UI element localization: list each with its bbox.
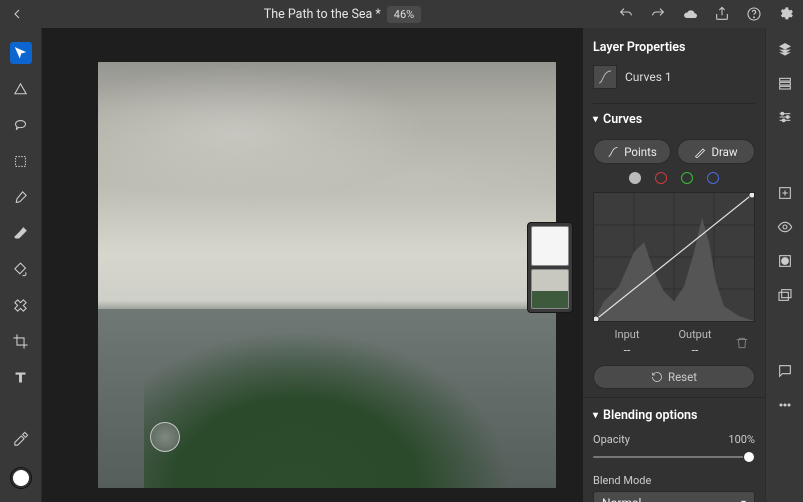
blend-mode-select[interactable]: Normal ▾ [593,491,755,502]
chevron-down-icon: ▾ [593,410,598,421]
curves-points-button[interactable]: Points [593,139,671,164]
right-rail [765,28,803,502]
channel-red[interactable] [655,172,667,184]
output-label: Output [661,328,729,341]
properties-panel: Layer Properties Curves 1 ▾ Curves Point… [583,28,765,502]
properties-panel-icon[interactable] [776,108,794,126]
blending-section-title: Blending options [603,408,697,423]
curves-icon [593,65,617,89]
lasso-tool[interactable] [10,114,32,136]
panel-title: Layer Properties [593,36,755,63]
help-button[interactable] [745,5,763,23]
opacity-value: 100% [728,433,755,446]
back-button[interactable] [8,5,26,23]
cloud-icon[interactable] [681,5,699,23]
brush-preview-circle [150,422,180,452]
layers-panel-icon[interactable] [776,40,794,58]
mask-icon[interactable] [776,252,794,270]
eyedropper-tool[interactable] [10,428,32,450]
healing-tool[interactable] [10,294,32,316]
curves-section-header[interactable]: ▾ Curves [593,103,755,131]
blend-mode-value: Normal [602,496,641,502]
transform-tool[interactable] [10,78,32,100]
type-tool[interactable] [10,366,32,388]
chevron-down-icon: ▾ [741,498,746,502]
channel-rgb[interactable] [629,172,641,184]
mask-thumbnail[interactable] [531,226,569,266]
curves-section-title: Curves [603,112,642,127]
fill-tool[interactable] [10,258,32,280]
document-title: The Path to the Sea * [264,7,381,22]
channel-blue[interactable] [707,172,719,184]
input-output-row: Input -- Output -- [593,328,755,357]
adjustments-panel-icon[interactable] [776,74,794,92]
input-label: Input [593,328,661,341]
brush-tool[interactable] [10,186,32,208]
layer-thumbnail[interactable] [531,269,569,309]
curves-graph[interactable] [593,192,755,322]
more-icon[interactable] [776,396,794,414]
input-value: -- [593,343,661,357]
crop-tool[interactable] [10,330,32,352]
opacity-slider[interactable] [593,450,755,464]
share-button[interactable] [713,5,731,23]
foreground-color[interactable] [11,468,31,488]
opacity-label: Opacity [593,433,630,446]
layer-thumbnails-popup[interactable] [527,222,573,313]
layer-name-label: Curves 1 [625,70,672,84]
move-tool[interactable] [10,42,32,64]
blend-mode-label: Blend Mode [593,474,755,487]
output-value: -- [661,343,729,357]
settings-button[interactable] [777,5,795,23]
undo-button[interactable] [617,5,635,23]
delete-point-button[interactable] [729,328,755,357]
curves-draw-button[interactable]: Draw [677,139,755,164]
channel-selector [593,172,755,184]
active-layer-row[interactable]: Curves 1 [593,63,755,99]
reset-button[interactable]: Reset [593,365,755,389]
points-label: Points [624,145,657,159]
eraser-tool[interactable] [10,222,32,244]
selection-tool[interactable] [10,150,32,172]
add-layer-button[interactable] [776,184,794,202]
chevron-down-icon: ▾ [593,114,598,125]
clip-icon[interactable] [776,286,794,304]
zoom-level[interactable]: 46% [387,6,421,23]
left-toolbar [0,28,42,502]
redo-button[interactable] [649,5,667,23]
reset-label: Reset [668,370,697,384]
main-area: Layer Properties Curves 1 ▾ Curves Point… [0,28,803,502]
draw-label: Draw [711,145,737,159]
comments-icon[interactable] [776,362,794,380]
visibility-icon[interactable] [776,218,794,236]
canvas[interactable] [42,28,583,502]
blending-section-header[interactable]: ▾ Blending options [593,404,755,427]
top-bar: The Path to the Sea * 46% [0,0,803,28]
channel-green[interactable] [681,172,693,184]
